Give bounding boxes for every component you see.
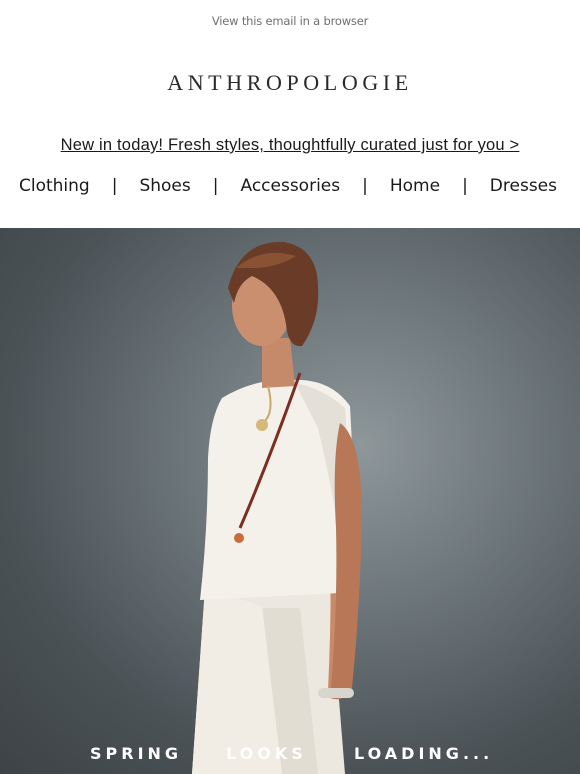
nav-item-clothing[interactable]: Clothing bbox=[13, 176, 100, 196]
nav-item-shoes[interactable]: Shoes bbox=[129, 176, 200, 196]
view-in-browser-link[interactable]: View this email in a browser bbox=[0, 14, 580, 28]
promo-link[interactable]: New in today! Fresh styles, thoughtfully… bbox=[0, 136, 580, 155]
nav-item-home[interactable]: Home bbox=[380, 176, 450, 196]
nav-separator: | bbox=[111, 176, 118, 196]
nav-separator: | bbox=[212, 176, 219, 196]
hero-caption: SPRING LOOKS LOADING... bbox=[0, 744, 580, 766]
nav-item-accessories[interactable]: Accessories bbox=[230, 176, 350, 196]
nav-separator: | bbox=[462, 176, 468, 196]
caption-word-loading: LOADING... bbox=[354, 744, 494, 763]
hero-image[interactable] bbox=[0, 228, 580, 774]
hero-model-illustration bbox=[192, 241, 362, 774]
caption-word-spring: SPRING bbox=[90, 744, 183, 763]
brand-logo[interactable]: ANTHROPOLOGIE bbox=[0, 70, 580, 96]
nav-item-dresses[interactable]: Dresses bbox=[480, 176, 567, 196]
nav-separator: | bbox=[362, 176, 368, 196]
caption-word-looks: LOOKS bbox=[226, 744, 307, 763]
category-nav: Clothing | Shoes | Accessories | Home | … bbox=[0, 176, 580, 196]
